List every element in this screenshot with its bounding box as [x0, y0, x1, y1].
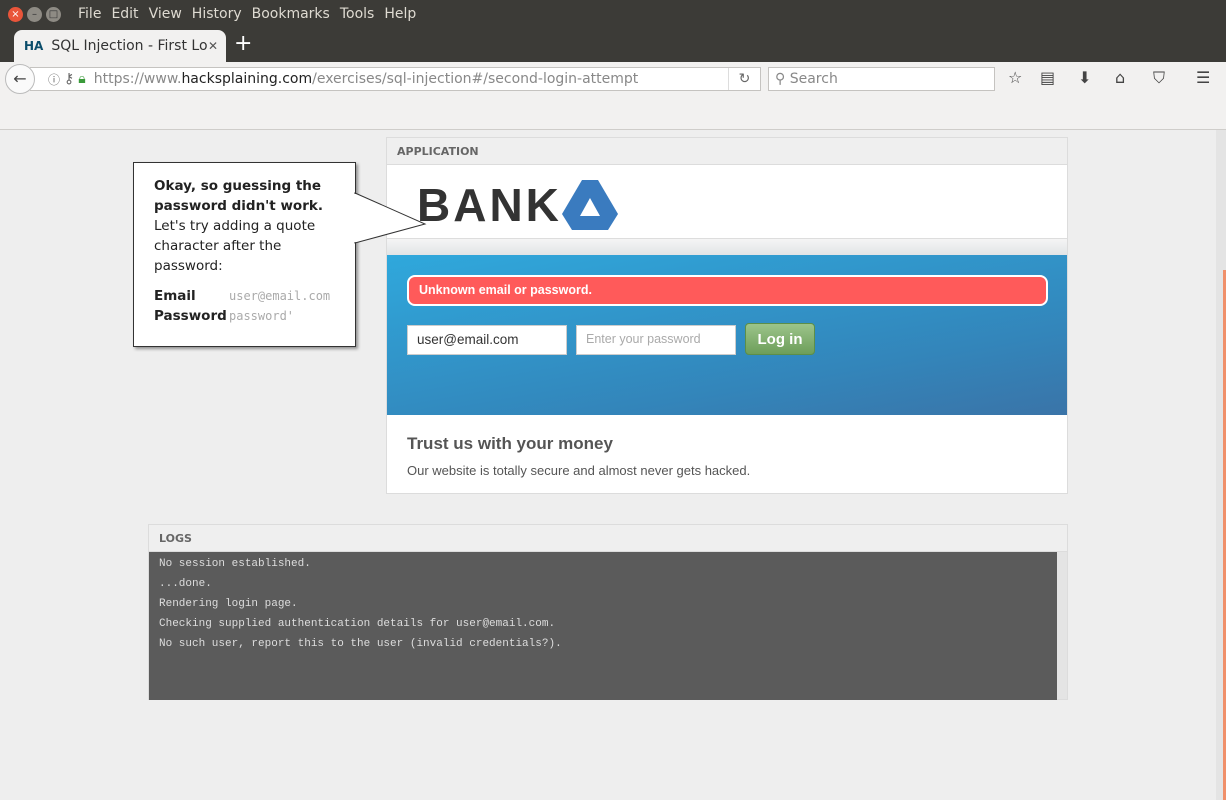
bank-logo: BANK — [417, 178, 618, 232]
search-placeholder: Search — [789, 71, 838, 87]
login-button[interactable]: Log in — [745, 323, 815, 355]
hamburger-menu-icon[interactable]: ☰ — [1196, 68, 1210, 87]
url-path: /exercises/sql-injection#/second-login-a… — [312, 71, 639, 87]
browser-tab[interactable]: HA SQL Injection - First Lo ✕ — [14, 30, 226, 62]
title-bar: × – □ File Edit View History Bookmarks T… — [0, 0, 1226, 62]
log-output: No session established. ...done. Renderi… — [149, 552, 1057, 700]
reload-icon[interactable]: ↻ — [728, 68, 760, 90]
menu-view[interactable]: View — [149, 6, 182, 22]
callout-pointer — [353, 192, 427, 244]
error-alert: Unknown email or password. — [407, 275, 1048, 306]
back-button[interactable]: ← — [5, 64, 35, 94]
password-hint: password' — [229, 309, 295, 323]
key-icon: ⚷ — [64, 71, 75, 87]
divider — [387, 238, 1067, 255]
tagline: Trust us with your money — [407, 434, 613, 453]
nav-toolbar: ⓘ ⚷ 🔒︎ https://www. hacksplaining.com/exe… — [0, 62, 1226, 130]
new-tab-button[interactable]: + — [234, 31, 252, 56]
url-domain: hacksplaining.com — [181, 71, 313, 87]
tab-title: SQL Injection - First Lo — [51, 38, 208, 54]
logs-header: LOGS — [149, 525, 1067, 552]
tab-close-icon[interactable]: ✕ — [208, 39, 218, 53]
maximize-window-button[interactable]: □ — [46, 7, 61, 22]
menu-history[interactable]: History — [192, 6, 242, 22]
download-icon[interactable]: ⬇ — [1078, 68, 1091, 87]
info-icon[interactable]: ⓘ — [48, 71, 60, 88]
logo-triangle-icon — [561, 180, 618, 230]
login-hero: Unknown email or password. user@email.co… — [387, 255, 1067, 415]
url-scheme: https://www. — [93, 71, 182, 87]
log-line: Checking supplied authentication details… — [159, 618, 556, 630]
pocket-icon[interactable]: ⛉ — [1153, 68, 1165, 88]
email-input[interactable]: user@email.com — [407, 325, 567, 355]
scrollbar[interactable] — [1216, 130, 1226, 800]
logs-panel: LOGS No session established. ...done. Re… — [148, 524, 1068, 700]
menu-edit[interactable]: Edit — [111, 6, 138, 22]
instruction-callout: Okay, so guessing the password didn't wo… — [133, 162, 427, 347]
minimize-window-button[interactable]: – — [27, 7, 42, 22]
close-window-button[interactable]: × — [8, 7, 23, 22]
menu-tools[interactable]: Tools — [340, 6, 375, 22]
menu-bookmarks[interactable]: Bookmarks — [252, 6, 330, 22]
email-label: Email — [154, 288, 196, 304]
home-icon[interactable]: ⌂ — [1115, 68, 1125, 87]
menu-bar: File Edit View History Bookmarks Tools H… — [78, 6, 416, 22]
lock-icon: 🔒︎ — [78, 71, 86, 87]
log-line: No session established. — [159, 558, 311, 570]
url-bar[interactable]: ⓘ ⚷ 🔒︎ https://www. hacksplaining.com/exe… — [30, 67, 761, 91]
password-label: Password — [154, 308, 227, 324]
search-input[interactable]: ⚲ Search — [768, 67, 995, 91]
log-line: Rendering login page. — [159, 598, 298, 610]
application-panel: APPLICATION BANK Unknown email or passwo… — [386, 137, 1068, 494]
favicon: HA — [24, 39, 44, 53]
application-header: APPLICATION — [387, 138, 1067, 165]
menu-file[interactable]: File — [78, 6, 101, 22]
password-input[interactable]: Enter your password — [576, 325, 736, 355]
log-line: ...done. — [159, 578, 212, 590]
reading-list-icon[interactable]: ▤ — [1040, 68, 1055, 87]
description: Our website is totally secure and almost… — [407, 463, 751, 478]
search-icon: ⚲ — [775, 71, 790, 87]
callout-text: Let's try adding a quote character after… — [154, 218, 316, 274]
email-hint: user@email.com — [229, 289, 331, 303]
bookmark-star-icon[interactable]: ☆ — [1008, 68, 1022, 87]
menu-help[interactable]: Help — [384, 6, 416, 22]
callout-bold-text: Okay, so guessing the password didn't wo… — [154, 178, 323, 214]
log-line: No such user, report this to the user (i… — [159, 638, 562, 650]
